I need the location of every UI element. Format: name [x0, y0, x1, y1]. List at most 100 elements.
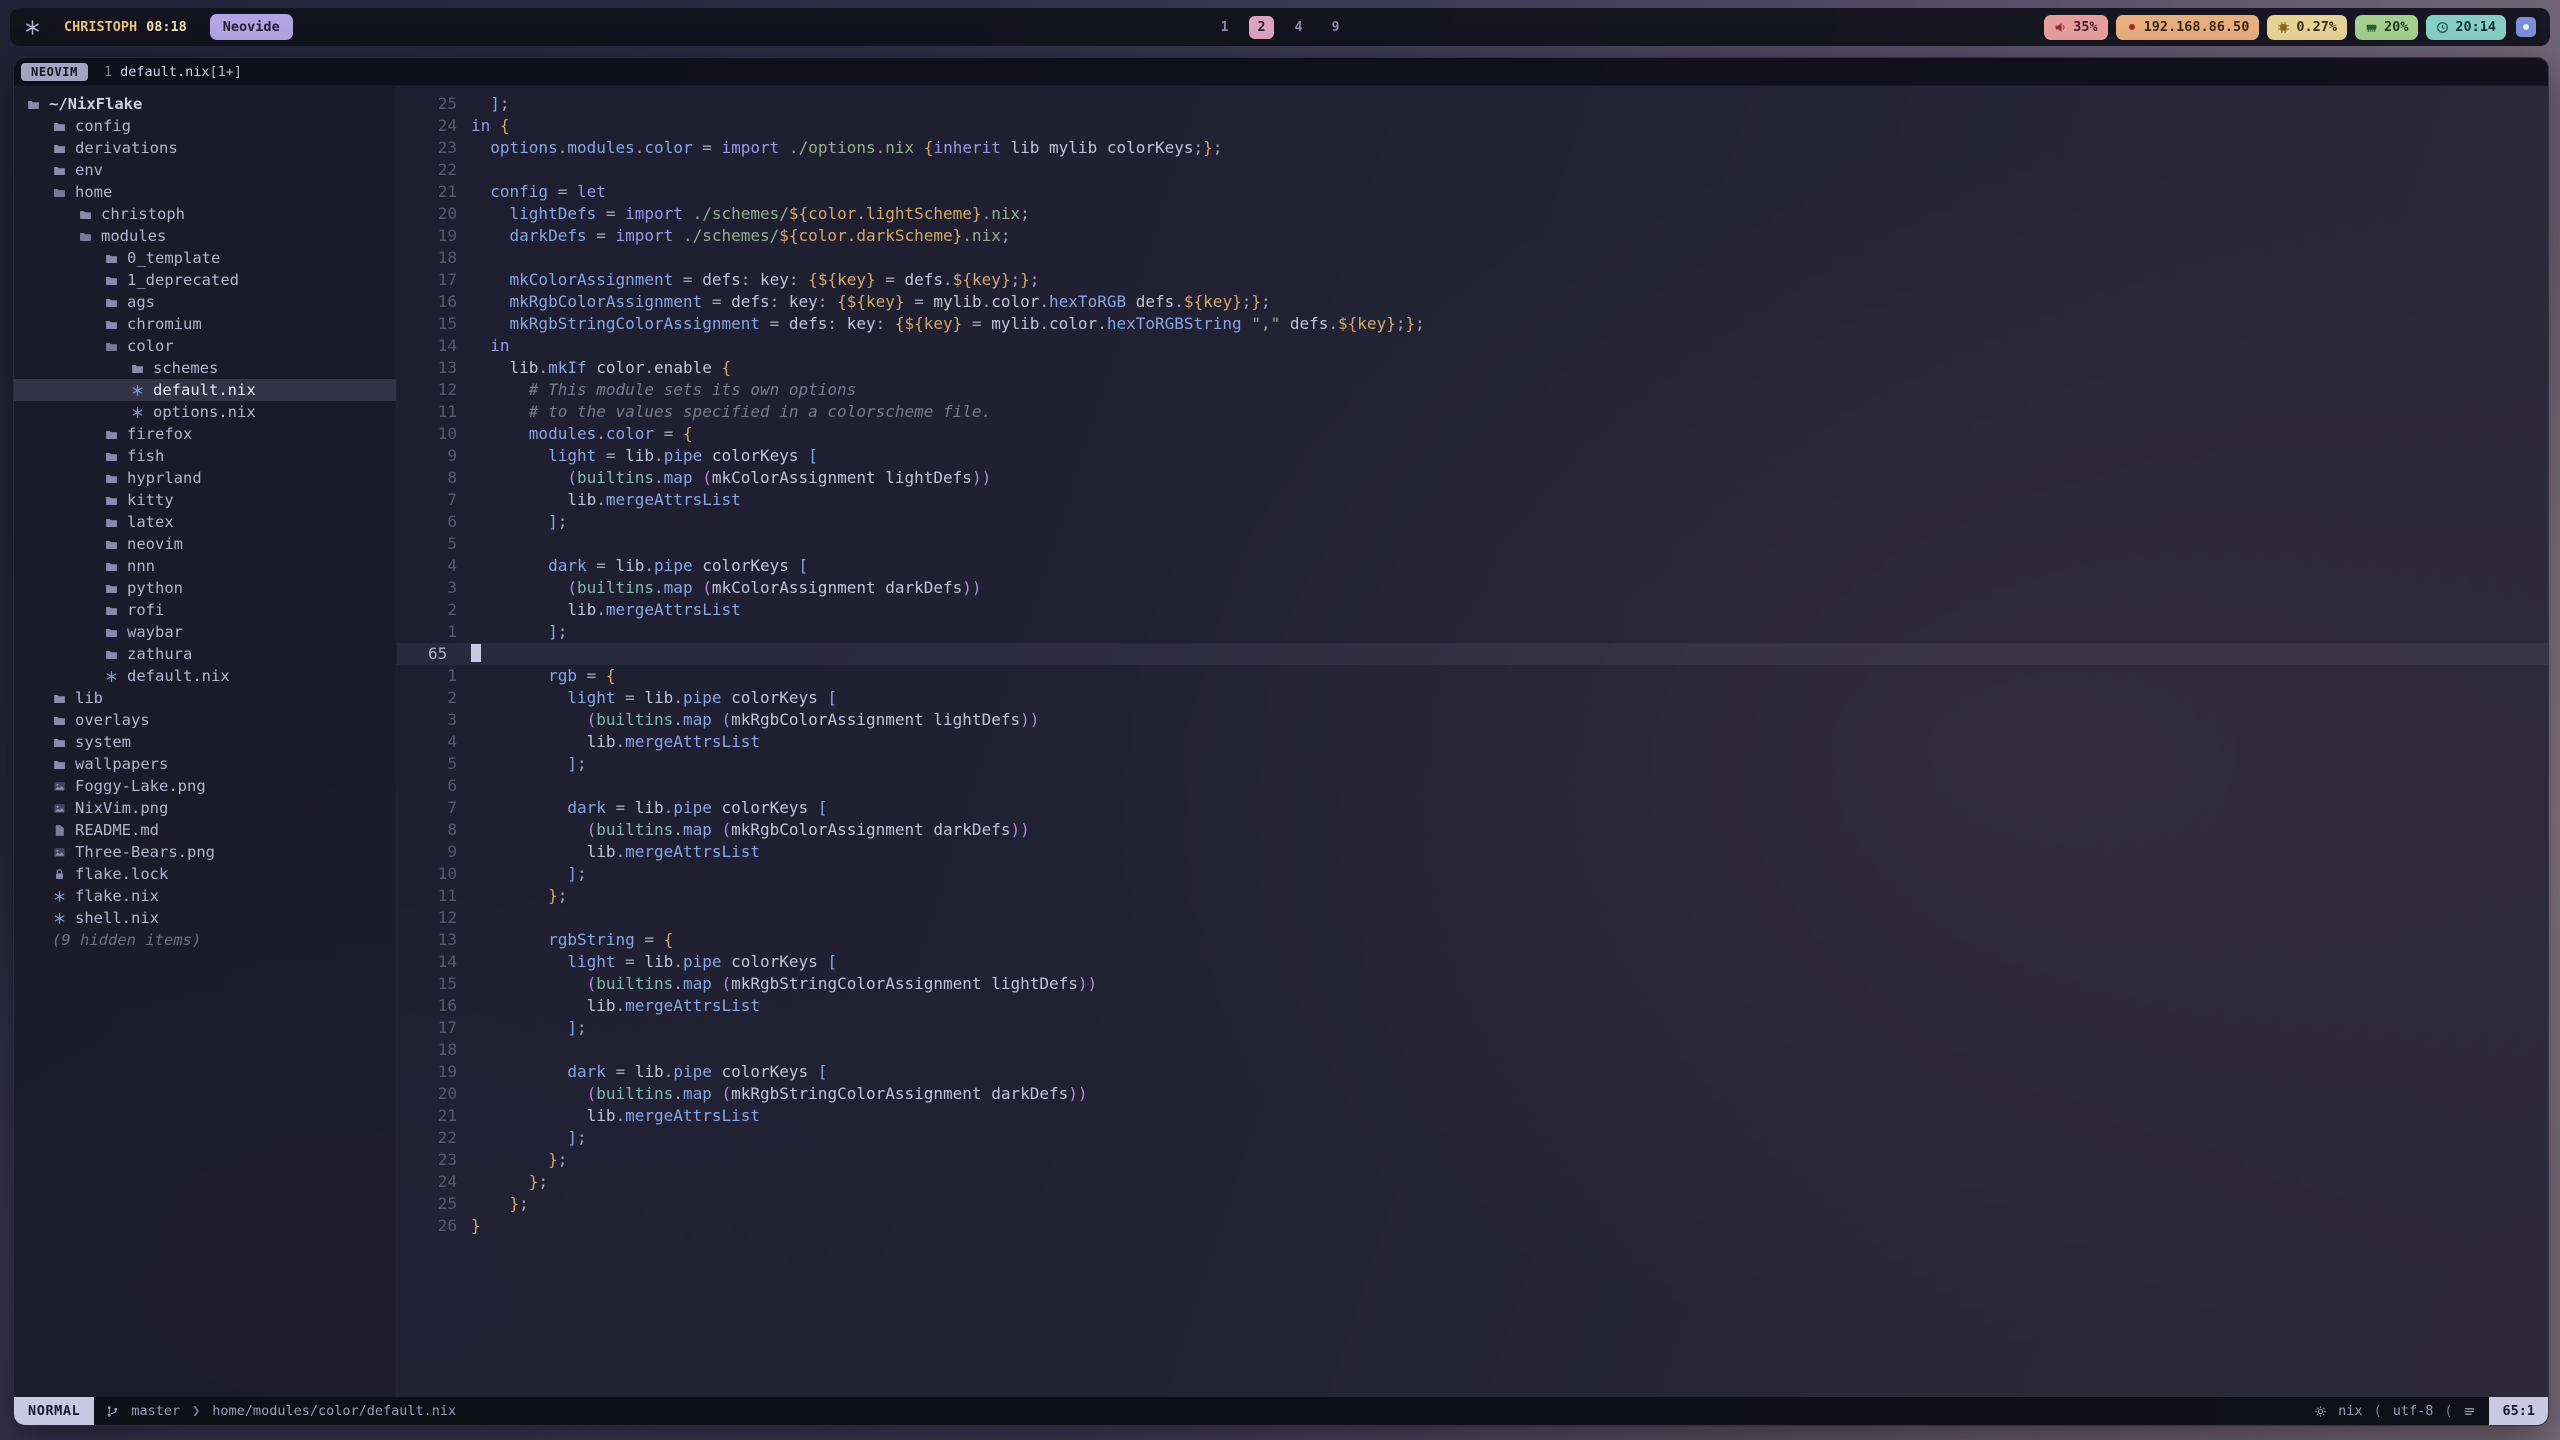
editor-line[interactable]: 4 lib.mergeAttrsList [397, 731, 2548, 753]
tree-item-config[interactable]: config [14, 115, 396, 137]
editor-line[interactable]: 12 # This module sets its own options [397, 379, 2548, 401]
editor-line[interactable]: 2 light = lib.pipe colorKeys [ [397, 687, 2548, 709]
tree-item-three-bears-png[interactable]: Three-Bears.png [14, 841, 396, 863]
editor-line[interactable]: 13 rgbString = { [397, 929, 2548, 951]
tree-item-zathura[interactable]: zathura [14, 643, 396, 665]
tree-item-flake-nix[interactable]: flake.nix [14, 885, 396, 907]
editor-line[interactable]: 24 }; [397, 1171, 2548, 1193]
tree-item-nixflake[interactable]: ~/NixFlake [14, 93, 396, 115]
editor-line[interactable]: 8 (builtins.map (mkRgbColorAssignment da… [397, 819, 2548, 841]
tree-item-modules[interactable]: modules [14, 225, 396, 247]
tree-item-overlays[interactable]: overlays [14, 709, 396, 731]
editor-line[interactable]: 24in { [397, 115, 2548, 137]
tree-item-readme-md[interactable]: README.md [14, 819, 396, 841]
tray-icon[interactable] [2516, 17, 2536, 37]
editor-line[interactable]: 23 options.modules.color = import ./opti… [397, 137, 2548, 159]
editor-line[interactable]: 18 [397, 247, 2548, 269]
tree-item-shell-nix[interactable]: shell.nix [14, 907, 396, 929]
editor-line[interactable]: 9 lib.mergeAttrsList [397, 841, 2548, 863]
network-badge[interactable]: 192.168.86.50 [2116, 15, 2260, 40]
workspace-4[interactable]: 4 [1286, 16, 1311, 39]
tree-item-9-hidden-items[interactable]: (9 hidden items) [14, 929, 396, 951]
editor-line[interactable]: 19 dark = lib.pipe colorKeys [ [397, 1061, 2548, 1083]
workspace-2[interactable]: 2 [1249, 16, 1274, 39]
editor-line[interactable]: 11 # to the values specified in a colors… [397, 401, 2548, 423]
user-badge[interactable]: CHRISTOPH 08:18 [53, 14, 198, 40]
editor-line[interactable]: 6 ]; [397, 511, 2548, 533]
editor-line[interactable]: 22 ]; [397, 1127, 2548, 1149]
tree-item-1-deprecated[interactable]: 1_deprecated [14, 269, 396, 291]
tree-item-lib[interactable]: lib [14, 687, 396, 709]
editor-line[interactable]: 15 (builtins.map (mkRgbStringColorAssign… [397, 973, 2548, 995]
editor-line[interactable]: 22 [397, 159, 2548, 181]
editor-line[interactable]: 13 lib.mkIf color.enable { [397, 357, 2548, 379]
editor-line[interactable]: 14 light = lib.pipe colorKeys [ [397, 951, 2548, 973]
tree-item-color[interactable]: color [14, 335, 396, 357]
tree-item-derivations[interactable]: derivations [14, 137, 396, 159]
editor-line[interactable]: 25 ]; [397, 93, 2548, 115]
editor[interactable]: 25 ];24in {23 options.modules.color = im… [397, 86, 2548, 1397]
editor-line[interactable]: 2 lib.mergeAttrsList [397, 599, 2548, 621]
editor-line[interactable]: 15 mkRgbStringColorAssignment = defs: ke… [397, 313, 2548, 335]
editor-line[interactable]: 65 [397, 643, 2548, 665]
tree-item-latex[interactable]: latex [14, 511, 396, 533]
editor-line[interactable]: 17 ]; [397, 1017, 2548, 1039]
tree-item-env[interactable]: env [14, 159, 396, 181]
tree-item-chromium[interactable]: chromium [14, 313, 396, 335]
tree-item-neovim[interactable]: neovim [14, 533, 396, 555]
tree-item-default-nix[interactable]: default.nix [14, 665, 396, 687]
volume-badge[interactable]: 35% [2044, 15, 2107, 40]
editor-line[interactable]: 1 rgb = { [397, 665, 2548, 687]
tree-item-hyprland[interactable]: hyprland [14, 467, 396, 489]
tree-item-home[interactable]: home [14, 181, 396, 203]
editor-line[interactable]: 21 config = let [397, 181, 2548, 203]
editor-line[interactable]: 10 modules.color = { [397, 423, 2548, 445]
editor-line[interactable]: 12 [397, 907, 2548, 929]
editor-line[interactable]: 19 darkDefs = import ./schemes/${color.d… [397, 225, 2548, 247]
tree-item-default-nix[interactable]: default.nix [14, 379, 396, 401]
tree-item-ags[interactable]: ags [14, 291, 396, 313]
tree-item-wallpapers[interactable]: wallpapers [14, 753, 396, 775]
tree-item-nnn[interactable]: nnn [14, 555, 396, 577]
workspace-1[interactable]: 1 [1212, 16, 1237, 39]
tree-item-foggy-lake-png[interactable]: Foggy-Lake.png [14, 775, 396, 797]
editor-line[interactable]: 21 lib.mergeAttrsList [397, 1105, 2548, 1127]
workspace-9[interactable]: 9 [1323, 16, 1348, 39]
editor-line[interactable]: 16 mkRgbColorAssignment = defs: key: {${… [397, 291, 2548, 313]
tree-item-python[interactable]: python [14, 577, 396, 599]
editor-line[interactable]: 4 dark = lib.pipe colorKeys [ [397, 555, 2548, 577]
editor-line[interactable]: 16 lib.mergeAttrsList [397, 995, 2548, 1017]
memory-badge[interactable]: 20% [2355, 15, 2418, 40]
tab-default-nix[interactable]: 1 default.nix [1+] [104, 64, 242, 80]
editor-line[interactable]: 20 (builtins.map (mkRgbStringColorAssign… [397, 1083, 2548, 1105]
editor-line[interactable]: 26} [397, 1215, 2548, 1237]
editor-line[interactable]: 6 [397, 775, 2548, 797]
tree-item-0-template[interactable]: 0_template [14, 247, 396, 269]
tree-item-christoph[interactable]: christoph [14, 203, 396, 225]
editor-line[interactable]: 25 }; [397, 1193, 2548, 1215]
tree-item-waybar[interactable]: waybar [14, 621, 396, 643]
tree-item-rofi[interactable]: rofi [14, 599, 396, 621]
editor-line[interactable]: 3 (builtins.map (mkRgbColorAssignment li… [397, 709, 2548, 731]
editor-line[interactable]: 9 light = lib.pipe colorKeys [ [397, 445, 2548, 467]
editor-line[interactable]: 18 [397, 1039, 2548, 1061]
tree-item-options-nix[interactable]: options.nix [14, 401, 396, 423]
editor-line[interactable]: 7 lib.mergeAttrsList [397, 489, 2548, 511]
tree-item-fish[interactable]: fish [14, 445, 396, 467]
editor-line[interactable]: 5 ]; [397, 753, 2548, 775]
editor-line[interactable]: 3 (builtins.map (mkColorAssignment darkD… [397, 577, 2548, 599]
tree-item-flake-lock[interactable]: flake.lock [14, 863, 396, 885]
tree-item-firefox[interactable]: firefox [14, 423, 396, 445]
editor-line[interactable]: 7 dark = lib.pipe colorKeys [ [397, 797, 2548, 819]
app-badge[interactable]: Neovide [210, 14, 293, 40]
tree-item-system[interactable]: system [14, 731, 396, 753]
editor-line[interactable]: 1 ]; [397, 621, 2548, 643]
editor-line[interactable]: 20 lightDefs = import ./schemes/${color.… [397, 203, 2548, 225]
editor-line[interactable]: 5 [397, 533, 2548, 555]
tree-item-schemes[interactable]: schemes [14, 357, 396, 379]
editor-line[interactable]: 14 in [397, 335, 2548, 357]
editor-line[interactable]: 10 ]; [397, 863, 2548, 885]
tree-item-nixvim-png[interactable]: NixVim.png [14, 797, 396, 819]
editor-line[interactable]: 17 mkColorAssignment = defs: key: {${key… [397, 269, 2548, 291]
cpu-badge[interactable]: 0.27% [2267, 15, 2347, 40]
